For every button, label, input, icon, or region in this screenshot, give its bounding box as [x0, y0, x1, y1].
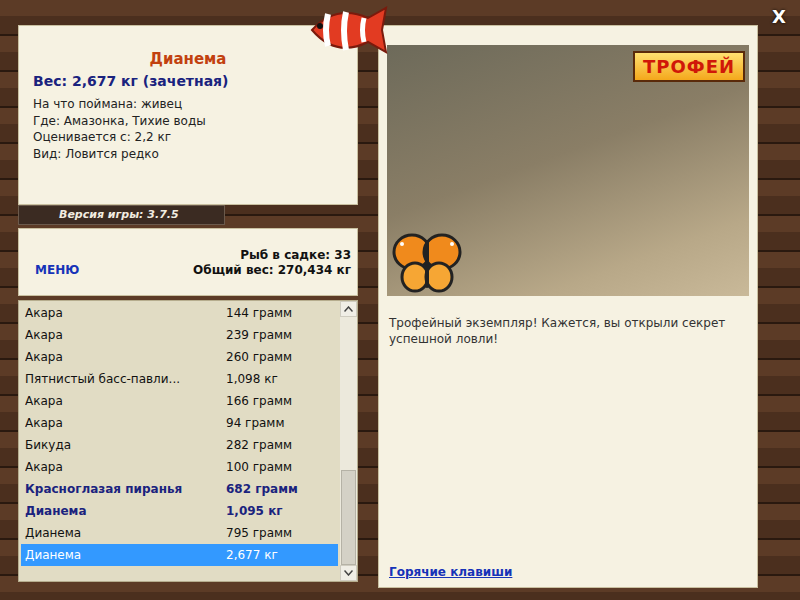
catch-row[interactable]: Акара 144 грамм [21, 302, 338, 324]
catch-name: Акара [25, 328, 226, 342]
menu-button[interactable]: МЕНЮ [35, 263, 79, 277]
catch-name: Пятнистый басс-павли... [25, 372, 226, 386]
catch-name: Красноглазая пиранья [25, 482, 226, 496]
left-column: Дианема Вес: 2,677 кг (зачетная) На что … [18, 25, 358, 582]
catch-weight: 239 грамм [226, 328, 292, 342]
fish-photo: ТРОФЕЙ [387, 45, 749, 296]
hotkeys-link[interactable]: Горячие клавиши [387, 565, 749, 579]
catch-name: Дианема [25, 504, 226, 518]
fish-detail: На что поймана: живец [33, 96, 343, 113]
fish-details: На что поймана: живецГде: Амазонка, Тихи… [33, 96, 343, 162]
catch-name: Акара [25, 350, 226, 364]
catch-weight: 260 грамм [226, 350, 292, 364]
fish-count: Рыб в садке: 33 [193, 248, 351, 263]
catch-weight: 144 грамм [226, 306, 292, 320]
catch-name: Акара [25, 394, 226, 408]
catch-weight: 282 грамм [226, 438, 292, 452]
scroll-track[interactable] [340, 317, 357, 565]
catch-row[interactable]: Дианема 795 грамм [21, 522, 338, 544]
catch-weight: 94 грамм [226, 416, 284, 430]
fish-detail: Оценивается с: 2,2 кг [33, 129, 343, 146]
catch-name: Акара [25, 460, 226, 474]
catch-row[interactable]: Акара 260 грамм [21, 346, 338, 368]
game-screen: Дианема Вес: 2,677 кг (зачетная) На что … [0, 0, 800, 600]
butterfly-icon [392, 232, 462, 294]
summary-panel: МЕНЮ Рыб в садке: 33 Общий вес: 270,434 … [18, 228, 358, 296]
fish-weight: Вес: 2,677 кг (зачетная) [33, 72, 343, 90]
arrow-down-icon [344, 570, 353, 576]
fish-card: Дианема Вес: 2,677 кг (зачетная) На что … [18, 25, 358, 205]
version-label: Версия игры: 3.7.5 [18, 205, 225, 225]
arrow-up-icon [344, 306, 353, 312]
catch-name: Дианема [25, 548, 226, 562]
catch-row[interactable]: Акара 100 грамм [21, 456, 338, 478]
catch-name: Дианема [25, 526, 226, 540]
trophy-badge: ТРОФЕЙ [633, 51, 745, 82]
catch-row[interactable]: Бикуда 282 грамм [21, 434, 338, 456]
close-button[interactable]: X [768, 4, 790, 29]
fish-detail: Вид: Ловится редко [33, 146, 343, 163]
catch-summary: Рыб в садке: 33 Общий вес: 270,434 кг [193, 248, 351, 278]
scrollbar[interactable] [340, 301, 357, 581]
scroll-down-button[interactable] [340, 565, 357, 581]
catch-name: Акара [25, 306, 226, 320]
trophy-message: Трофейный экземпляр! Кажется, вы открыли… [387, 315, 749, 347]
clownfish-icon [306, 0, 392, 60]
catch-weight: 795 грамм [226, 526, 292, 540]
catch-row[interactable]: Акара 94 грамм [21, 412, 338, 434]
catch-weight: 100 грамм [226, 460, 292, 474]
scroll-thumb[interactable] [341, 470, 356, 565]
catch-weight: 166 грамм [226, 394, 292, 408]
catch-name: Бикуда [25, 438, 226, 452]
catch-name: Акара [25, 416, 226, 430]
catch-rows: Акара 144 граммАкара 239 граммАкара 260 … [19, 301, 340, 581]
catch-weight: 682 грамм [226, 482, 298, 496]
catch-list: Акара 144 граммАкара 239 граммАкара 260 … [18, 300, 358, 582]
catch-row[interactable]: Дианема 1,095 кг [21, 500, 338, 522]
total-weight: Общий вес: 270,434 кг [193, 263, 351, 278]
fish-name: Дианема [33, 50, 343, 68]
fish-detail: Где: Амазонка, Тихие воды [33, 113, 343, 130]
catch-weight: 2,677 кг [226, 548, 278, 562]
trophy-panel: ТРОФЕЙ Трофейный экземпляр! Кажется, вы … [378, 25, 758, 588]
catch-row[interactable]: Акара 239 грамм [21, 324, 338, 346]
scroll-up-button[interactable] [340, 301, 357, 317]
catch-row[interactable]: Дианема 2,677 кг [21, 544, 338, 566]
catch-weight: 1,095 кг [226, 504, 283, 518]
catch-weight: 1,098 кг [226, 372, 278, 386]
catch-row[interactable]: Красноглазая пиранья 682 грамм [21, 478, 338, 500]
catch-row[interactable]: Пятнистый басс-павли... 1,098 кг [21, 368, 338, 390]
catch-row[interactable]: Акара 166 грамм [21, 390, 338, 412]
